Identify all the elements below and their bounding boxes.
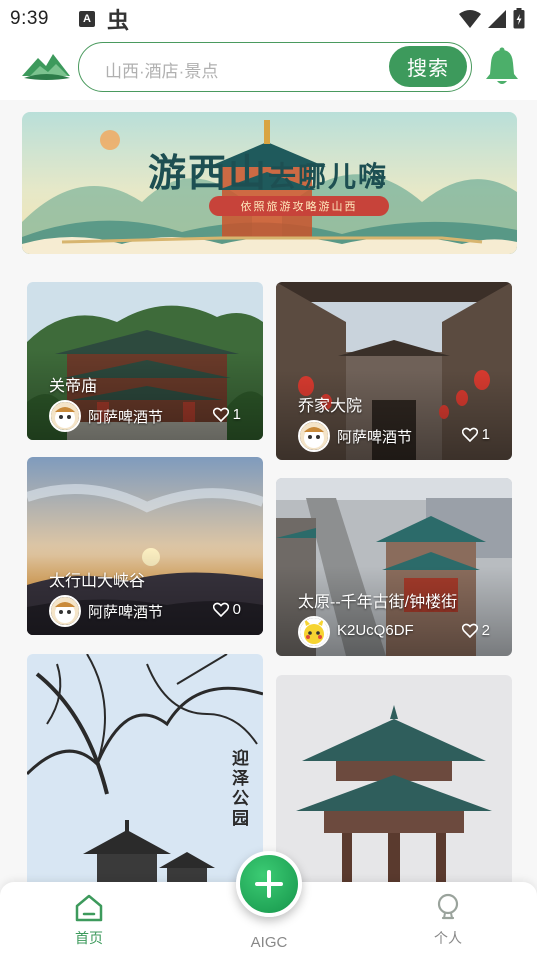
like-button[interactable]: 0 — [212, 601, 241, 618]
post-card[interactable]: 乔家大院 阿萨啤酒节 1 — [276, 282, 512, 460]
card-title: 关帝庙 — [49, 378, 98, 395]
avatar[interactable] — [298, 420, 330, 452]
wifi-icon — [459, 9, 481, 28]
nav-label-profile: 个人 — [434, 930, 462, 946]
signal-icon — [488, 9, 506, 28]
avatar[interactable] — [49, 595, 81, 627]
card-image — [276, 675, 512, 895]
card-author[interactable]: 阿萨啤酒节 — [88, 601, 163, 622]
banner-title-tail: 去哪儿嗨 — [268, 162, 389, 193]
card-author[interactable]: 阿萨啤酒节 — [88, 406, 163, 427]
person-icon — [437, 893, 459, 920]
post-card[interactable] — [276, 675, 512, 895]
promo-banner[interactable]: 游西山去哪儿嗨 依照旅游攻略游山西 — [22, 112, 517, 254]
plus-icon — [255, 870, 283, 898]
like-button[interactable]: 1 — [461, 426, 490, 443]
card-image — [27, 654, 263, 894]
aigc-add-button[interactable] — [236, 851, 302, 917]
status-icons — [459, 8, 525, 29]
calligraphy-text: 迎泽公园 — [232, 749, 249, 829]
card-title: 太行山大峡谷 — [49, 573, 146, 590]
search-box[interactable]: 山西·酒店·景点 搜索 — [78, 42, 472, 92]
like-count: 0 — [232, 601, 241, 618]
nav-item-home[interactable]: 首页 — [49, 892, 129, 948]
bug-notification-icon: 虫 — [106, 8, 129, 33]
bell-icon[interactable] — [484, 47, 520, 87]
banner-title-main: 游西山 — [148, 153, 269, 195]
like-button[interactable]: 1 — [212, 406, 241, 423]
nav-label-aigc: AIGC — [250, 934, 288, 951]
top-bar: 山西·酒店·景点 搜索 — [0, 38, 537, 100]
status-time: 9:39 — [10, 8, 49, 29]
card-author[interactable]: K2UcQ6DF — [337, 622, 414, 639]
post-card[interactable]: 关帝庙 阿萨啤酒节 1 — [27, 282, 263, 440]
heart-icon — [212, 602, 229, 617]
heart-icon — [461, 623, 478, 638]
nav-item-aigc[interactable]: AIGC — [229, 930, 309, 951]
avatar[interactable] — [298, 616, 330, 648]
heart-icon — [212, 407, 229, 422]
avatar[interactable] — [49, 400, 81, 432]
like-count: 2 — [481, 622, 490, 639]
banner-title: 游西山去哪儿嗨 — [148, 142, 388, 197]
post-card[interactable]: 迎泽公园 — [27, 654, 263, 894]
logo-icon — [22, 54, 70, 80]
post-card[interactable]: 太行山大峡谷 阿萨啤酒节 0 — [27, 457, 263, 635]
heart-icon — [461, 427, 478, 442]
like-count: 1 — [232, 406, 241, 423]
search-input[interactable]: 山西·酒店·景点 — [105, 57, 218, 82]
search-button[interactable]: 搜索 — [389, 46, 467, 87]
card-author[interactable]: 阿萨啤酒节 — [337, 426, 412, 447]
banner-subtitle: 依照旅游攻略游山西 — [209, 196, 389, 216]
like-count: 1 — [481, 426, 490, 443]
nav-item-profile[interactable]: 个人 — [408, 892, 488, 948]
like-button[interactable]: 2 — [461, 622, 490, 639]
app-screen: 9:39 A 虫 山西·酒店·景点 搜索 游西山去哪儿嗨 依照旅游攻略游山西 关… — [0, 0, 537, 956]
a-notification-icon: A — [78, 11, 95, 27]
battery-icon — [513, 8, 525, 29]
post-card[interactable]: 太原--千年古街/钟楼街 K2UcQ6DF 2 — [276, 478, 512, 656]
status-bar: 9:39 A 虫 — [0, 0, 537, 38]
nav-label-home: 首页 — [75, 930, 103, 946]
card-title: 太原--千年古街/钟楼街 — [298, 594, 458, 611]
card-title: 乔家大院 — [298, 398, 363, 415]
home-icon — [75, 894, 103, 922]
